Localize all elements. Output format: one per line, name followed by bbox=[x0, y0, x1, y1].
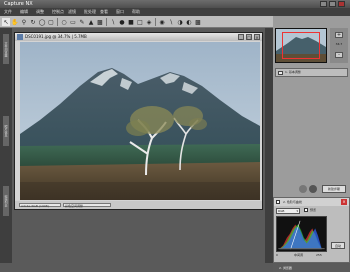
left-dock-strip: 文件浏览器 照片信息 编辑列表 bbox=[0, 28, 12, 263]
step-toggle-icon[interactable] bbox=[278, 71, 283, 75]
straighten-icon[interactable]: ◯ bbox=[38, 18, 46, 26]
black-point-label: 0 bbox=[276, 253, 278, 257]
menu-window[interactable]: 窗口 bbox=[116, 8, 124, 16]
color-space-field[interactable]: 彩色空间调整 bbox=[63, 203, 111, 208]
zoom-in-button[interactable]: + bbox=[335, 32, 343, 38]
app-title-bar: Capture NX bbox=[0, 0, 350, 8]
eye-icon[interactable] bbox=[309, 185, 317, 193]
selection-lasso-icon[interactable]: ◑ bbox=[176, 18, 184, 26]
app-title: Capture NX bbox=[4, 1, 33, 7]
base-adjust-label: 1. 基本调整 bbox=[285, 70, 301, 74]
browser-tab[interactable]: 2. 浏览器 bbox=[273, 264, 350, 272]
channel-value: RGB bbox=[278, 209, 285, 213]
tab-file-browser[interactable]: 文件浏览器 bbox=[3, 34, 9, 64]
document-icon bbox=[17, 34, 23, 40]
menu-file[interactable]: 文件 bbox=[4, 8, 12, 16]
menu-help[interactable]: 帮助 bbox=[132, 8, 140, 16]
zoom-out-button[interactable]: - bbox=[335, 52, 343, 58]
toolbar-divider bbox=[57, 18, 58, 26]
base-adjust-step[interactable]: 1. 基本调整 bbox=[275, 68, 348, 77]
document-window-controls: _ □ × bbox=[238, 34, 260, 40]
midtone-label: 中间调 bbox=[294, 253, 304, 257]
zoom-value: 34.7 bbox=[335, 42, 343, 46]
minimize-button[interactable] bbox=[320, 1, 327, 7]
tab-photo-info[interactable]: 照片信息 bbox=[3, 116, 9, 146]
new-step-button[interactable]: 新建步骤 bbox=[322, 185, 346, 193]
levels-curves-panel: 2. 色阶与曲线 × RGB ▾ 预览 自动 0 中间调 255 bbox=[273, 197, 350, 263]
hand-icon[interactable]: ✋ bbox=[11, 18, 19, 26]
document-title-bar[interactable]: DSC0191.jpg @ 34.7% | 5.7MB _ □ × bbox=[15, 33, 262, 41]
selection-fill-icon[interactable]: ◐ bbox=[185, 18, 193, 26]
menu-edit[interactable]: 编辑 bbox=[20, 8, 28, 16]
new-step-row: 新建步骤 bbox=[275, 184, 348, 194]
selection-gradient-icon[interactable]: ▩ bbox=[194, 18, 202, 26]
levels-slider-labels: 0 中间调 255 bbox=[276, 253, 336, 258]
marquee-icon[interactable]: ▭ bbox=[69, 18, 77, 26]
doc-maximize-button[interactable]: □ bbox=[246, 34, 252, 40]
maximize-button[interactable] bbox=[329, 1, 336, 7]
birds-eye-thumbnail[interactable] bbox=[275, 28, 327, 63]
preview-label: 预览 bbox=[310, 208, 317, 212]
right-panel: + 34.7 - 1. 基本调整 新建步骤 2. 色阶与曲线 × RGB ▾ 预… bbox=[273, 16, 350, 272]
picker-icon[interactable]: ∖ bbox=[109, 18, 117, 26]
menu-bar: 文件 编辑 调整 控制点 滤镜 批处理 查看 窗口 帮助 bbox=[0, 8, 350, 16]
levels-title: 2. 色阶与曲线 bbox=[283, 200, 302, 204]
rotate-icon[interactable]: ↻ bbox=[29, 18, 37, 26]
photo-canvas[interactable] bbox=[20, 42, 260, 200]
toolbar-divider bbox=[106, 18, 107, 26]
close-icon[interactable]: × bbox=[341, 199, 347, 205]
white-point-label: 255 bbox=[316, 253, 322, 257]
zoom-icon[interactable]: ⚲ bbox=[20, 18, 28, 26]
crop-icon[interactable]: ▢ bbox=[47, 18, 55, 26]
browser-tab-label: 2. 浏览器 bbox=[279, 266, 292, 270]
zoom-control: + 34.7 - bbox=[330, 28, 348, 63]
menu-control-points[interactable]: 控制点 bbox=[52, 8, 64, 16]
preview-checkbox[interactable] bbox=[304, 208, 308, 212]
doc-close-button[interactable]: × bbox=[254, 34, 260, 40]
menu-batch[interactable]: 批处理 bbox=[84, 8, 96, 16]
histogram[interactable] bbox=[276, 216, 327, 252]
white-point-icon[interactable]: □ bbox=[136, 18, 144, 26]
menu-view[interactable]: 查看 bbox=[100, 8, 108, 16]
menu-adjust[interactable]: 调整 bbox=[36, 8, 44, 16]
black-point-icon[interactable]: ■ bbox=[127, 18, 135, 26]
lasso-icon[interactable]: ○ bbox=[60, 18, 68, 26]
red-eye-icon[interactable]: ◉ bbox=[158, 18, 166, 26]
menu-filter[interactable]: 滤镜 bbox=[68, 8, 76, 16]
toolbar-divider bbox=[155, 18, 156, 26]
right-dock-strip bbox=[265, 28, 273, 263]
chevron-down-icon: ▾ bbox=[296, 209, 298, 213]
fill-icon[interactable]: ▲ bbox=[87, 18, 95, 26]
arrow-icon[interactable]: ↖ bbox=[2, 18, 10, 26]
gradient-icon[interactable]: ▩ bbox=[96, 18, 104, 26]
color-profile-field[interactable]: Adobe RGB (1998) bbox=[19, 203, 61, 208]
brush-icon[interactable]: ✎ bbox=[78, 18, 86, 26]
document-status-bar: Adobe RGB (1998) 彩色空间调整 bbox=[15, 201, 262, 209]
color-point-icon[interactable]: ● bbox=[118, 18, 126, 26]
viewport-rectangle[interactable] bbox=[282, 32, 320, 59]
auto-levels-button[interactable]: 自动 bbox=[331, 242, 345, 249]
tab-edit-list[interactable]: 编辑列表 bbox=[3, 186, 9, 216]
levels-enable-checkbox[interactable] bbox=[276, 200, 280, 204]
close-button[interactable] bbox=[338, 1, 345, 7]
selection-brush-icon[interactable]: ∖ bbox=[167, 18, 175, 26]
neutral-point-icon[interactable]: ◈ bbox=[145, 18, 153, 26]
document-window: DSC0191.jpg @ 34.7% | 5.7MB _ □ × Adobe … bbox=[14, 32, 263, 210]
levels-header[interactable]: 2. 色阶与曲线 × bbox=[274, 198, 349, 206]
doc-minimize-button[interactable]: _ bbox=[238, 34, 244, 40]
document-title: DSC0191.jpg @ 34.7% | 5.7MB bbox=[25, 34, 87, 39]
settings-icon[interactable] bbox=[299, 185, 307, 193]
channel-select[interactable]: RGB ▾ bbox=[276, 208, 300, 214]
